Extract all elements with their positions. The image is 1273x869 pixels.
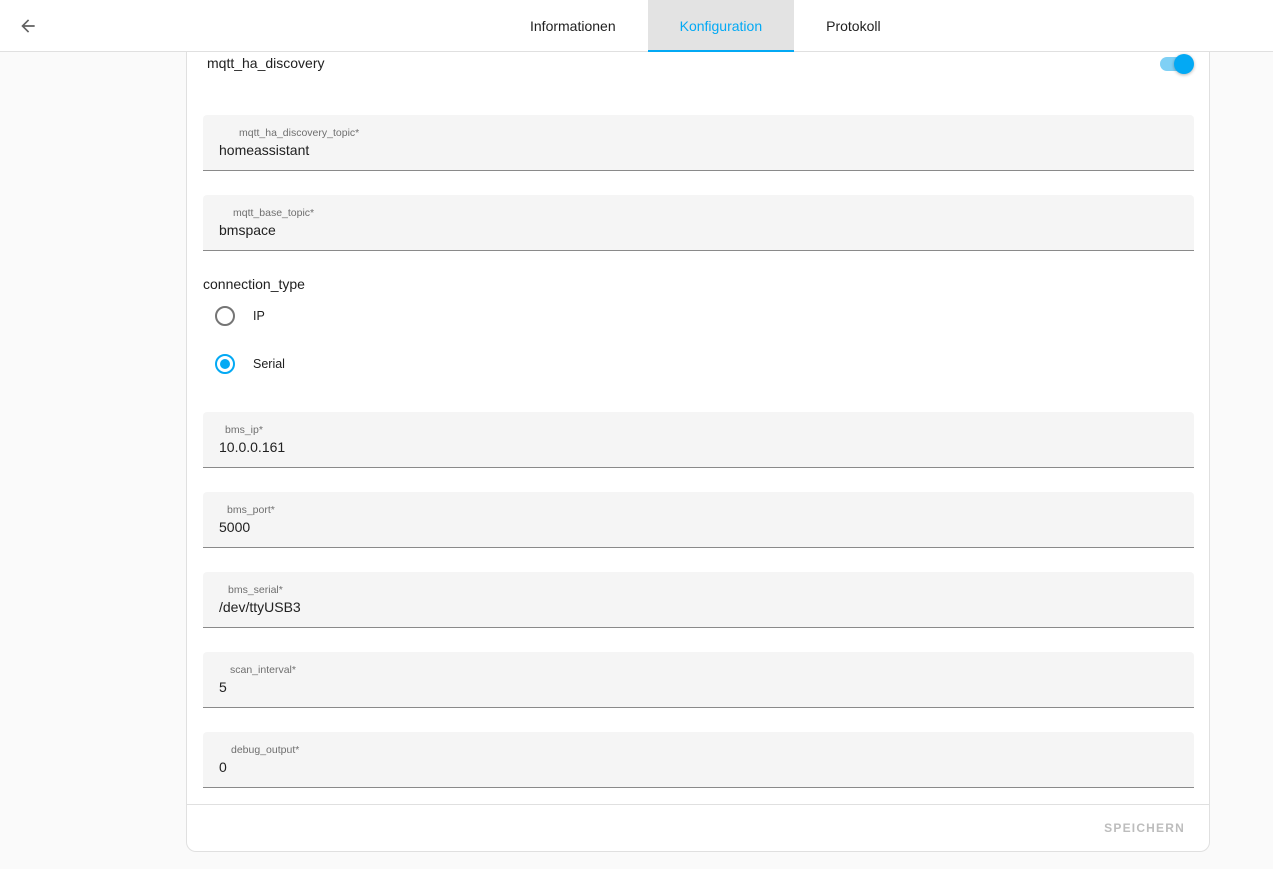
field-value: homeassistant	[219, 142, 310, 158]
field-label: bms_serial*	[228, 584, 283, 596]
card-actions: SPEICHERN	[187, 804, 1209, 851]
mqtt-base-topic-field[interactable]: mqtt_base_topic* bmspace	[203, 195, 1194, 251]
field-label: bms_ip*	[225, 424, 263, 436]
tab-informationen[interactable]: Informationen	[498, 0, 648, 51]
mqtt-ha-discovery-topic-field[interactable]: mqtt_ha_discovery_topic* homeassistant	[203, 115, 1194, 171]
mqtt-ha-discovery-label: mqtt_ha_discovery	[207, 55, 325, 71]
mqtt-ha-discovery-toggle[interactable]	[1158, 54, 1194, 74]
radio-button-ip[interactable]	[215, 306, 235, 326]
config-card: mqtt_ha_discovery mqtt_ha_discovery_topi…	[186, 52, 1210, 852]
radio-option-ip[interactable]: IP	[215, 304, 265, 328]
field-label: mqtt_ha_discovery_topic*	[239, 127, 360, 139]
back-button[interactable]	[10, 8, 46, 44]
scan-interval-field[interactable]: scan_interval* 5	[203, 652, 1194, 708]
radio-label-ip: IP	[253, 309, 265, 323]
tab-protokoll[interactable]: Protokoll	[794, 0, 912, 51]
bms-serial-field[interactable]: bms_serial* /dev/ttyUSB3	[203, 572, 1194, 628]
radio-label-serial: Serial	[253, 357, 285, 371]
save-button[interactable]: SPEICHERN	[1094, 817, 1195, 839]
field-value: 5000	[219, 519, 251, 535]
field-label: bms_port*	[227, 504, 275, 516]
bms-ip-field[interactable]: bms_ip* 10.0.0.161	[203, 412, 1194, 468]
field-label: mqtt_base_topic*	[233, 207, 315, 219]
radio-option-serial[interactable]: Serial	[215, 352, 285, 376]
field-value: /dev/ttyUSB3	[219, 599, 301, 615]
toggle-thumb	[1174, 54, 1194, 74]
field-value: 0	[219, 759, 227, 775]
tab-konfiguration[interactable]: Konfiguration	[647, 0, 795, 52]
top-bar: Informationen Konfiguration Protokoll	[0, 0, 1273, 52]
debug-output-field[interactable]: debug_output* 0	[203, 732, 1194, 788]
field-label: debug_output*	[231, 744, 300, 756]
field-value: 10.0.0.161	[219, 439, 286, 455]
connection-type-label: connection_type	[203, 276, 305, 292]
bms-port-field[interactable]: bms_port* 5000	[203, 492, 1194, 548]
field-label: scan_interval*	[230, 664, 296, 676]
field-value: bmspace	[219, 222, 276, 238]
radio-button-serial[interactable]	[215, 354, 235, 374]
arrow-left-icon	[21, 19, 35, 33]
tab-bar: Informationen Konfiguration Protokoll	[498, 0, 913, 52]
mqtt-ha-discovery-row: mqtt_ha_discovery	[207, 52, 1194, 76]
field-value: 5	[219, 679, 227, 695]
